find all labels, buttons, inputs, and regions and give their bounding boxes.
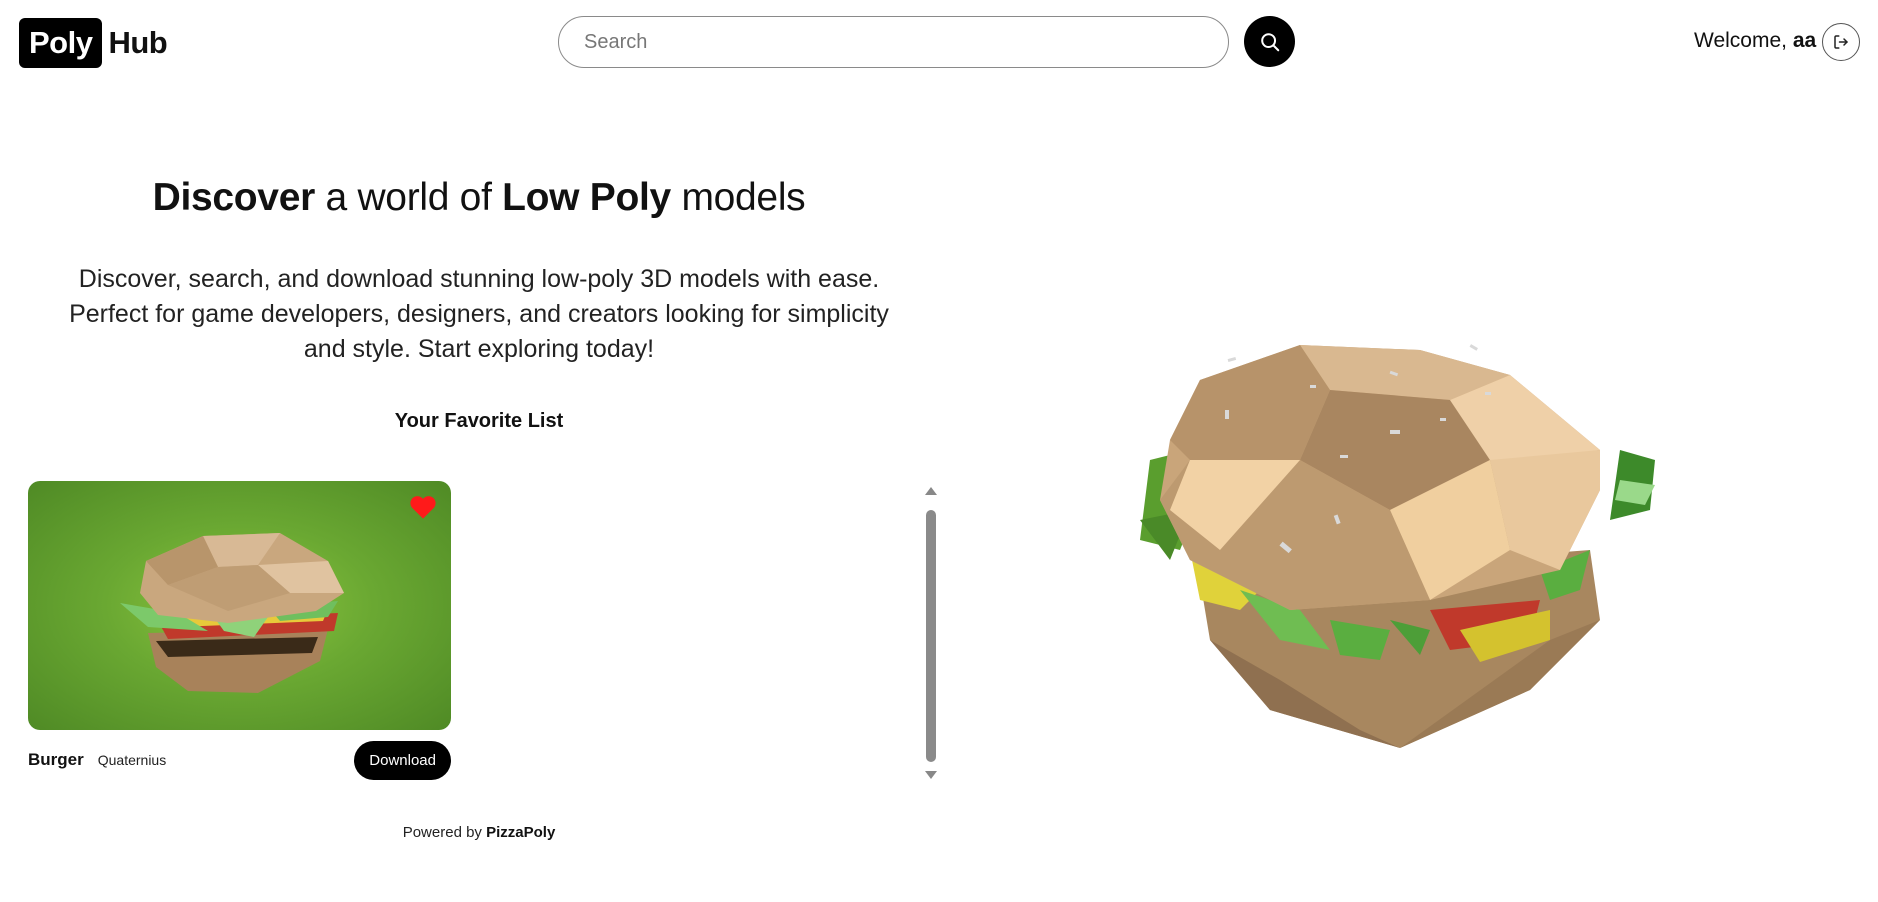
logout-icon: [1834, 35, 1848, 49]
model-author: Quaternius: [97, 752, 167, 768]
model-thumbnail[interactable]: [28, 481, 451, 730]
hero-title-lowpoly: Low Poly: [502, 176, 671, 219]
model-card-meta: Burger Quaternius Download: [28, 741, 451, 780]
search-icon: [1260, 32, 1279, 51]
burger-3d-model: [1140, 344, 1655, 748]
download-button[interactable]: Download: [354, 741, 451, 780]
powered-prefix: Powered by: [402, 824, 487, 841]
model-3d-viewer[interactable]: [1130, 310, 1660, 760]
scrollbar-thumb[interactable]: [926, 510, 936, 762]
logo-box: Poly: [19, 18, 103, 68]
scroll-up-arrow[interactable]: [925, 487, 937, 495]
favorites-title: Your Favorite List: [394, 410, 564, 432]
logout-button[interactable]: [1822, 23, 1860, 61]
logo[interactable]: Poly Hub: [19, 18, 168, 68]
search-input[interactable]: [584, 30, 1203, 54]
burger-thumbnail-image: [120, 533, 344, 693]
powered-brand: PizzaPoly: [486, 824, 556, 841]
heart-icon[interactable]: [409, 494, 437, 520]
hero-title-discover: Discover: [152, 176, 316, 219]
scroll-down-arrow[interactable]: [925, 771, 937, 779]
powered-by: Powered by PizzaPoly: [0, 824, 958, 841]
model-card[interactable]: Burger Quaternius Download: [28, 481, 451, 780]
logo-text: Hub: [108, 25, 168, 60]
search-button[interactable]: [1244, 16, 1295, 67]
welcome-text: Welcome, aa: [1694, 29, 1816, 53]
welcome-prefix: Welcome,: [1694, 29, 1787, 52]
search-bar: [558, 16, 1229, 68]
model-name: Burger: [28, 750, 84, 769]
hero-title-end: models: [670, 176, 806, 219]
hero-description: Discover, search, and download stunning …: [69, 265, 889, 363]
hero-title-mid: a world of: [314, 176, 503, 219]
username: aa: [1792, 29, 1817, 52]
hero-title: Discover a world of Low Poly models: [0, 176, 958, 220]
